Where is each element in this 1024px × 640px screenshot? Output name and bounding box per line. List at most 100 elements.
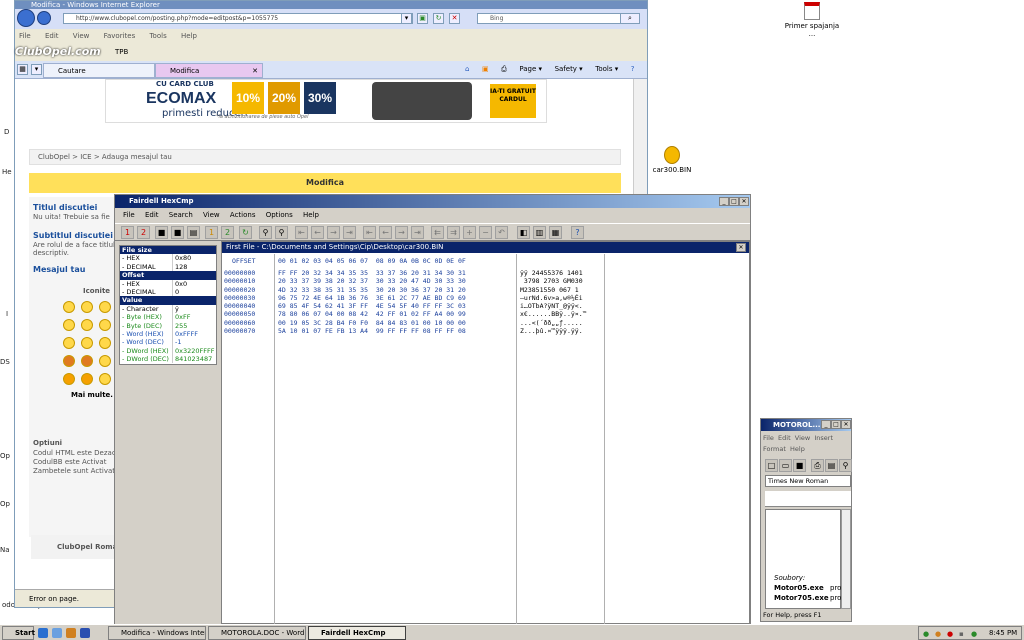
wink-icon[interactable] <box>99 373 111 385</box>
neutral-icon[interactable] <box>99 355 111 367</box>
breadcrumb[interactable]: ClubOpel > ICE > Adauga mesajul tau <box>29 149 621 165</box>
quick-tabs-icon[interactable]: ▦ <box>17 64 28 75</box>
find-icon[interactable]: ⚲ <box>259 226 272 239</box>
hex-bytes-row[interactable]: 4D 32 33 38 35 31 35 35 30 20 30 36 37 2… <box>278 286 518 294</box>
close-tab-icon[interactable]: ✕ <box>252 64 258 78</box>
properties-icon[interactable]: ▤ <box>187 226 200 239</box>
sad-icon[interactable] <box>81 301 93 313</box>
forward-icon[interactable] <box>37 11 51 25</box>
ascii-column[interactable]: ÿÿ 24455376 1401 3798 2703 GM030 M2385155… <box>520 269 604 335</box>
more-emoticons-link[interactable]: Mai multe. <box>71 391 113 399</box>
address-dropdown-icon[interactable]: ▾ <box>401 13 412 24</box>
menu-edit[interactable]: Edit <box>778 434 791 442</box>
clock[interactable]: 8:45 PM <box>989 627 1017 639</box>
save-all-icon[interactable]: ■ <box>171 226 184 239</box>
task-button-hexcmp[interactable]: Fairdell HexCmp <box>308 626 406 640</box>
grin-icon[interactable] <box>81 319 93 331</box>
maximize-icon[interactable]: □ <box>831 420 841 429</box>
close-icon[interactable]: ✕ <box>739 197 749 206</box>
save-icon[interactable]: ■ <box>155 226 168 239</box>
hex-column[interactable]: FF FF 20 32 34 34 35 35 33 37 36 20 31 3… <box>278 269 518 335</box>
stop-icon[interactable]: ✕ <box>449 13 460 24</box>
menu-edit[interactable]: Edit <box>45 32 59 40</box>
exclaim-icon[interactable] <box>63 373 75 385</box>
task-button-ie[interactable]: Modifica - Windows Inter... <box>108 626 206 640</box>
hex-bytes-row[interactable]: 5A 10 01 07 FE FB 13 A4 99 FF FF FF 08 F… <box>278 327 518 335</box>
ascii-row[interactable]: Z...þû.¤™ÿÿÿ.ÿÿ. <box>520 327 604 335</box>
ascii-row[interactable]: ...<(´ðð„„ƒ..... <box>520 319 604 327</box>
tab-list-icon[interactable]: ▾ <box>31 64 42 75</box>
search-icon[interactable]: ⌕ <box>620 13 640 24</box>
menu-edit[interactable]: Edit <box>145 211 159 219</box>
laugh-icon[interactable] <box>99 319 111 331</box>
back-icon[interactable] <box>17 9 35 27</box>
open-icon[interactable]: ▭ <box>779 459 792 472</box>
menu-view[interactable]: View <box>795 434 810 442</box>
refresh-icon[interactable]: ↻ <box>239 226 252 239</box>
status-text[interactable]: Error on page. <box>29 595 79 603</box>
rss-icon[interactable]: ▣ <box>482 65 489 73</box>
close-pane-icon[interactable]: ✕ <box>736 243 746 252</box>
last-diff-icon[interactable]: ⇥ <box>343 226 356 239</box>
embarrassed-icon[interactable] <box>99 337 111 349</box>
ascii-row[interactable]: x€......BBÿ..ÿ¤.™ <box>520 310 604 318</box>
new-icon[interactable]: □ <box>765 459 778 472</box>
question-icon[interactable] <box>81 373 93 385</box>
ad-banner[interactable]: CU CARD CLUB ECOMAX primesti reduceri 10… <box>105 79 547 123</box>
next-diff-icon[interactable]: → <box>327 226 340 239</box>
help-icon[interactable]: ? <box>571 226 584 239</box>
print-preview-icon[interactable]: ▤ <box>825 459 838 472</box>
ascii-row[interactable]: ÿÿ 24455376 1401 <box>520 269 604 277</box>
menu-tools[interactable]: Tools <box>149 32 166 40</box>
maximize-icon[interactable]: □ <box>729 197 739 206</box>
tab-modifica[interactable]: Modifica ✕ <box>155 63 263 78</box>
hex-bytes-row[interactable]: 78 80 06 07 04 00 08 42 42 FF 01 02 FF A… <box>278 310 518 318</box>
menu-view[interactable]: View <box>203 211 220 219</box>
media-quicklaunch-icon[interactable] <box>66 628 76 638</box>
tray-security-icon[interactable]: ● <box>971 628 977 640</box>
task-button-word[interactable]: MOTOROLA.DOC - Word... <box>208 626 306 640</box>
page-menu[interactable]: Page ▾ <box>519 65 542 73</box>
menu-actions[interactable]: Actions <box>230 211 256 219</box>
sync-first-icon[interactable]: ⇤ <box>363 226 376 239</box>
tab-cautare[interactable]: Cautare <box>43 63 155 78</box>
hex-bytes-row[interactable]: FF FF 20 32 34 34 35 35 33 37 36 20 31 3… <box>278 269 518 277</box>
export-icon[interactable]: ▦ <box>549 226 562 239</box>
refresh-icon[interactable]: ↻ <box>433 13 444 24</box>
menu-help[interactable]: Help <box>181 32 197 40</box>
hex-bytes-row[interactable]: 00 19 05 3C 28 B4 F0 F0 84 84 83 01 00 1… <box>278 319 518 327</box>
prev-diff-icon[interactable]: ← <box>311 226 324 239</box>
delete-icon[interactable]: − <box>479 226 492 239</box>
layout-icon[interactable]: ▥ <box>533 226 546 239</box>
cool-icon[interactable] <box>63 319 75 331</box>
menu-file[interactable]: File <box>19 32 31 40</box>
menu-help[interactable]: Help <box>303 211 319 219</box>
ascii-row[interactable]: 3798 2703 GM030 <box>520 277 604 285</box>
safety-menu[interactable]: Safety ▾ <box>555 65 583 73</box>
tpb-label[interactable]: TPB <box>115 48 128 56</box>
ascii-row[interactable]: M23851550 067 1 <box>520 286 604 294</box>
search-input[interactable]: Bing <box>477 13 631 24</box>
confused-icon[interactable] <box>63 337 75 349</box>
ascii-row[interactable]: i…OTbA?ÿNT_@ÿÿ<. <box>520 302 604 310</box>
compat-icon[interactable]: ▣ <box>417 13 428 24</box>
first-diff-icon[interactable]: ⇤ <box>295 226 308 239</box>
minimize-icon[interactable]: _ <box>821 420 831 429</box>
print-icon[interactable]: ⎙ <box>501 65 507 73</box>
hex-bytes-row[interactable]: 96 75 72 4E 64 1B 36 76 3E 61 2C 77 AE B… <box>278 294 518 302</box>
tools-menu[interactable]: Tools ▾ <box>595 65 618 73</box>
menu-help[interactable]: Help <box>790 445 805 453</box>
insert-icon[interactable]: + <box>463 226 476 239</box>
angry-icon[interactable] <box>63 355 75 367</box>
find-next-icon[interactable]: ⚲ <box>275 226 288 239</box>
menu-search[interactable]: Search <box>169 211 193 219</box>
menu-format[interactable]: Format <box>763 445 786 453</box>
desktop-icon-car300[interactable]: car300.BIN <box>642 146 702 174</box>
ie-title-bar[interactable]: Modifica - Windows Internet Explorer <box>15 1 647 9</box>
split-view-icon[interactable]: ◧ <box>517 226 530 239</box>
menu-view[interactable]: View <box>73 32 90 40</box>
tray-app-icon[interactable]: ● <box>923 628 929 640</box>
compare-file2-icon[interactable]: 2 <box>221 226 234 239</box>
font-select[interactable]: Times New Roman <box>765 475 851 487</box>
smile-icon[interactable] <box>63 301 75 313</box>
